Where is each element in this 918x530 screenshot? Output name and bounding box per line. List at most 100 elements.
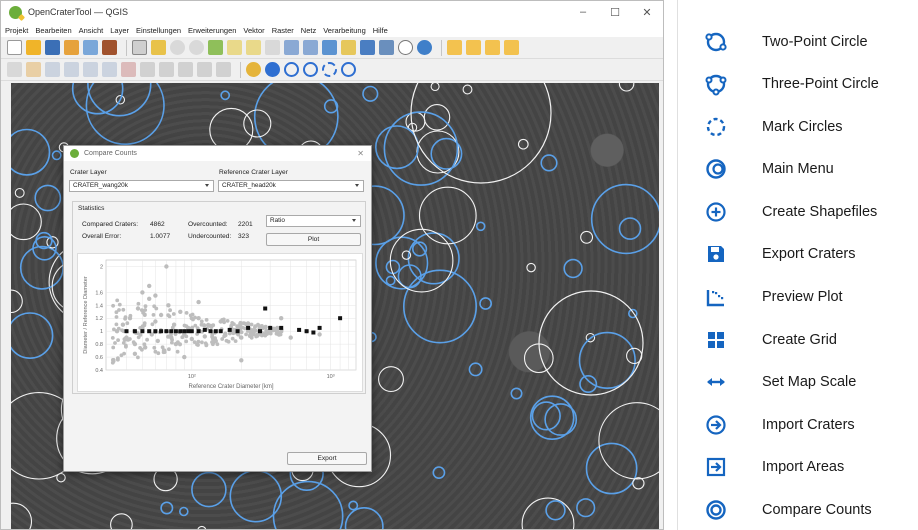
cut-features-icon[interactable]: [140, 62, 155, 77]
menu-verarbeitung[interactable]: Verarbeitung: [323, 26, 366, 35]
plot-button[interactable]: Plot: [266, 233, 361, 246]
zoom-layer-icon[interactable]: [246, 40, 261, 55]
scatter-point: [189, 316, 194, 321]
deselect-icon[interactable]: [485, 40, 500, 55]
two-point-circle-icon: [704, 30, 728, 54]
undo-icon[interactable]: [197, 62, 212, 77]
menu-netz[interactable]: Netz: [301, 26, 316, 35]
zoom-selection-icon[interactable]: [227, 40, 242, 55]
qgis-logo-icon: [70, 149, 79, 158]
minimize-button[interactable]: –: [567, 6, 599, 19]
overcounted-value: 2201: [238, 221, 253, 228]
crater-circle: [407, 232, 460, 285]
maximize-button[interactable]: ☐: [599, 6, 631, 19]
copy-features-icon[interactable]: [159, 62, 174, 77]
plugin-two-point-icon[interactable]: [284, 62, 299, 77]
save-project-icon[interactable]: [45, 40, 60, 55]
crater-circle: [475, 221, 486, 232]
toggle-editing-icon[interactable]: [26, 62, 41, 77]
scatter-point: [139, 308, 144, 312]
clock-icon[interactable]: [398, 40, 413, 55]
scatter-point: [184, 334, 189, 339]
median-marker: [169, 329, 174, 334]
crater-layer-combo[interactable]: CRATER_wang20k: [69, 180, 214, 192]
scatter-point: [184, 339, 189, 344]
plugin-mark-circles-icon[interactable]: [322, 62, 337, 77]
plugin-main-menu-icon[interactable]: [341, 62, 356, 77]
vertex-tool-icon[interactable]: [83, 62, 98, 77]
main-toolbar: [1, 37, 663, 59]
identify-icon[interactable]: [447, 40, 462, 55]
zoom-last-icon[interactable]: [284, 40, 299, 55]
show-bookmarks-icon[interactable]: [360, 40, 375, 55]
save-edits-icon[interactable]: [45, 62, 60, 77]
scatter-point: [111, 345, 116, 350]
menu-bearbeiten[interactable]: Bearbeiten: [35, 26, 71, 35]
scatter-point: [161, 350, 166, 355]
style-manager-icon[interactable]: [102, 40, 117, 55]
scatter-point: [225, 319, 230, 323]
median-marker: [227, 327, 232, 332]
crater-circle: [71, 83, 124, 115]
export-button[interactable]: Export: [287, 452, 367, 465]
new-map-view-icon[interactable]: [322, 40, 337, 55]
refresh-icon[interactable]: [417, 40, 432, 55]
toolbar-separator: [126, 39, 127, 56]
pan-to-selection-icon[interactable]: [151, 40, 166, 55]
scatter-point: [244, 332, 249, 337]
scatter-point: [153, 319, 158, 324]
mode-combo[interactable]: Ratio: [266, 215, 361, 227]
chevron-down-icon: [355, 184, 359, 187]
reference-layer-combo[interactable]: CRATER_head20k: [218, 180, 364, 192]
open-project-icon[interactable]: [26, 40, 41, 55]
bookmark-icon[interactable]: [341, 40, 356, 55]
scatter-point: [242, 321, 247, 326]
menu-vektor[interactable]: Vektor: [243, 26, 264, 35]
zoom-out-icon[interactable]: [189, 40, 204, 55]
menu-raster[interactable]: Raster: [272, 26, 294, 35]
new-project-icon[interactable]: [7, 40, 22, 55]
attribute-table-icon[interactable]: [504, 40, 519, 55]
delete-selected-icon[interactable]: [121, 62, 136, 77]
compared-craters-value: 4862: [150, 221, 165, 228]
scatter-point: [120, 322, 126, 327]
crater-circle: [618, 83, 635, 92]
close-button[interactable]: ✕: [631, 6, 663, 19]
zoom-in-icon[interactable]: [170, 40, 185, 55]
legend-label: Create Grid: [762, 332, 837, 348]
zoom-native-icon[interactable]: [265, 40, 280, 55]
menu-erweiterungen[interactable]: Erweiterungen: [188, 26, 236, 35]
paste-features-icon[interactable]: [178, 62, 193, 77]
median-marker: [263, 306, 268, 311]
new-layout-icon[interactable]: [64, 40, 79, 55]
plugin-shapefile-icon[interactable]: [246, 62, 261, 77]
plugin-three-point-icon[interactable]: [303, 62, 318, 77]
median-marker: [338, 316, 343, 321]
plugin-circle-icon[interactable]: [265, 62, 280, 77]
scatter-point: [254, 333, 259, 338]
modify-attributes-icon[interactable]: [102, 62, 117, 77]
redo-icon[interactable]: [216, 62, 231, 77]
overall-error-label: Overall Error:: [82, 233, 122, 240]
legend-row: Preview Plot: [678, 283, 918, 311]
dialog-close-button[interactable]: ✕: [357, 149, 364, 158]
x-axis-label: Reference Crater Diameter [km]: [188, 384, 273, 390]
y-tick-label: 1: [100, 329, 103, 335]
select-icon[interactable]: [466, 40, 481, 55]
zoom-next-icon[interactable]: [303, 40, 318, 55]
scatter-point: [170, 340, 174, 345]
scatter-point: [202, 323, 206, 327]
layout-manager-icon[interactable]: [83, 40, 98, 55]
menu-ansicht[interactable]: Ansicht: [79, 26, 104, 35]
add-feature-icon[interactable]: [64, 62, 79, 77]
menu-projekt[interactable]: Projekt: [5, 26, 28, 35]
zoom-full-icon[interactable]: [208, 40, 223, 55]
current-edits-icon[interactable]: [7, 62, 22, 77]
menu-einstellungen[interactable]: Einstellungen: [136, 26, 181, 35]
menu-hilfe[interactable]: Hilfe: [373, 26, 388, 35]
menu-layer[interactable]: Layer: [110, 26, 129, 35]
scatter-point: [142, 321, 147, 326]
pan-icon[interactable]: [132, 40, 147, 55]
toolbar-separator: [240, 61, 241, 78]
temporal-icon[interactable]: [379, 40, 394, 55]
